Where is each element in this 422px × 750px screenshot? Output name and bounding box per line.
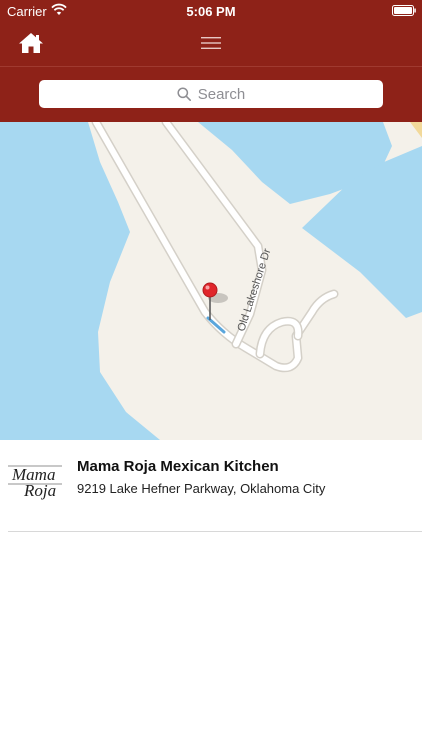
svg-text:Roja: Roja	[23, 481, 56, 500]
restaurant-name: Mama Roja Mexican Kitchen	[77, 458, 279, 475]
search-input[interactable]: Search	[39, 80, 383, 108]
map-view[interactable]: Old Lakeshore Dr	[0, 122, 422, 440]
home-icon[interactable]	[18, 31, 44, 55]
search-placeholder: Search	[197, 85, 246, 103]
restaurant-logo: Mama Roja	[8, 465, 62, 500]
clock: 5:06 PM	[186, 4, 236, 19]
nav-bar	[0, 22, 422, 66]
status-bar: Carrier 5:06 PM	[0, 0, 422, 22]
restaurant-address: 9219 Lake Hefner Parkway, Oklahoma City	[77, 481, 326, 496]
restaurant-list-item[interactable]: Mama Roja Mama Roja Mexican Kitchen 9219…	[0, 440, 422, 532]
hamburger-menu-icon[interactable]	[198, 34, 224, 52]
search-icon	[177, 87, 191, 101]
list-divider	[8, 531, 422, 532]
map-canvas: Old Lakeshore Dr	[0, 122, 422, 440]
battery-icon	[392, 5, 416, 16]
nav-divider	[0, 66, 422, 67]
header: Carrier 5:06 PM Search	[0, 0, 422, 122]
